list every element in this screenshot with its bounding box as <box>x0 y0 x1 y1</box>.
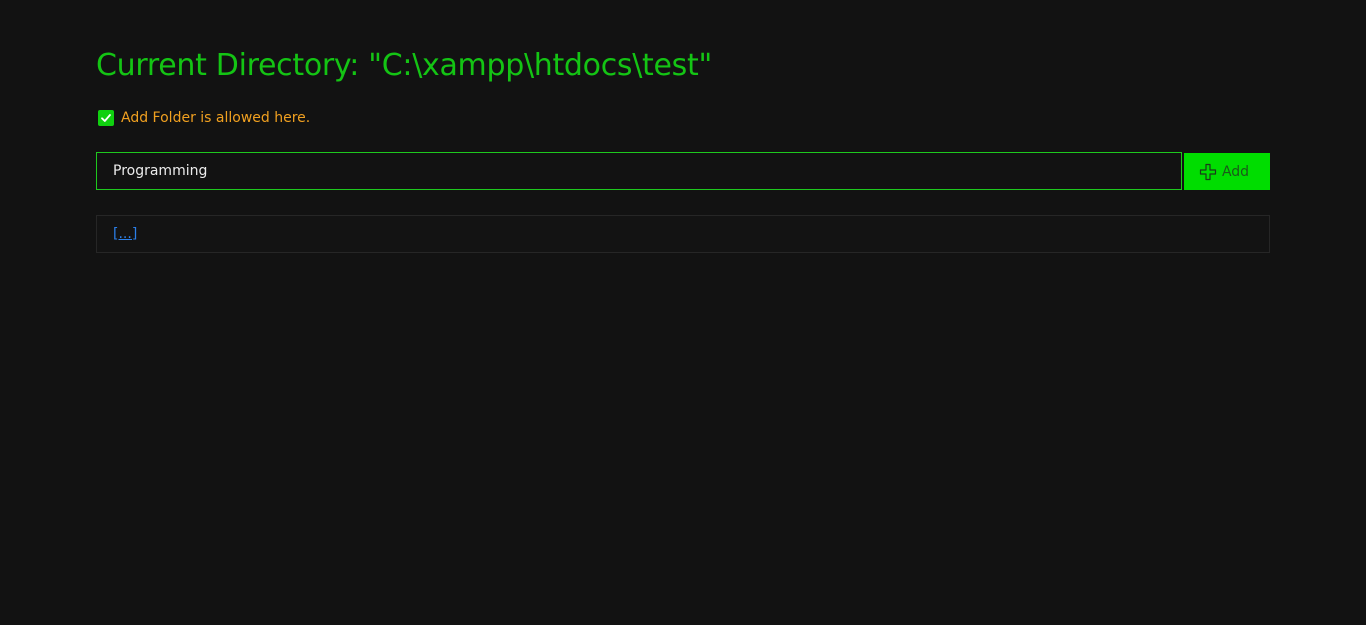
add-button[interactable]: Add <box>1184 153 1270 190</box>
folder-name-input[interactable] <box>96 152 1182 190</box>
permission-notice: Add Folder is allowed here. <box>98 109 310 127</box>
add-folder-form: Add <box>96 152 1270 190</box>
plus-icon <box>1199 163 1217 181</box>
parent-directory-link[interactable]: [...] <box>113 225 137 243</box>
check-icon <box>98 110 114 126</box>
add-button-label: Add <box>1221 163 1250 180</box>
page-title: Current Directory: "C:\xampp\htdocs\test… <box>96 48 712 83</box>
directory-listing: [...] <box>96 215 1270 253</box>
notice-text: Add Folder is allowed here. <box>121 110 311 126</box>
